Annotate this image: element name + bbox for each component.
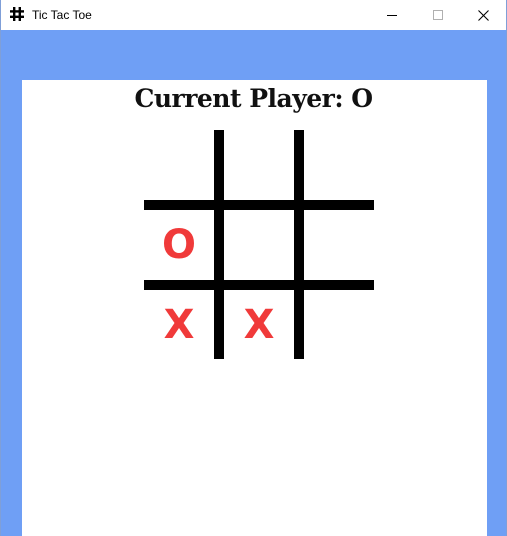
hash-icon — [9, 6, 25, 22]
maximize-icon — [433, 10, 443, 20]
minimize-button[interactable] — [369, 0, 415, 30]
close-icon — [477, 9, 489, 21]
board-cell-2[interactable] — [304, 130, 374, 200]
board-cell-6[interactable]: X — [144, 290, 214, 360]
window-title: Tic Tac Toe — [32, 8, 92, 22]
current-player-label: Current Player: O — [134, 84, 373, 113]
board-cell-4[interactable] — [224, 210, 294, 280]
board-cell-3[interactable]: O — [144, 210, 214, 280]
close-button[interactable] — [460, 0, 506, 30]
grid-line-horizontal — [144, 200, 374, 210]
board-cell-0[interactable] — [144, 130, 214, 200]
minimize-icon — [387, 15, 397, 16]
board-cell-1[interactable] — [224, 130, 294, 200]
grid-line-horizontal — [144, 280, 374, 290]
title-bar[interactable]: Tic Tac Toe — [1, 0, 506, 30]
app-window: Tic Tac Toe Current Player: O O X X — [0, 0, 507, 536]
maximize-button[interactable] — [415, 0, 461, 30]
board-cell-5[interactable] — [304, 210, 374, 280]
tic-tac-toe-board: O X X — [144, 130, 374, 360]
grid-line-vertical — [294, 130, 304, 359]
grid-line-vertical — [214, 130, 224, 359]
board-cell-8[interactable] — [304, 290, 374, 360]
board-cell-7[interactable]: X — [224, 290, 294, 360]
